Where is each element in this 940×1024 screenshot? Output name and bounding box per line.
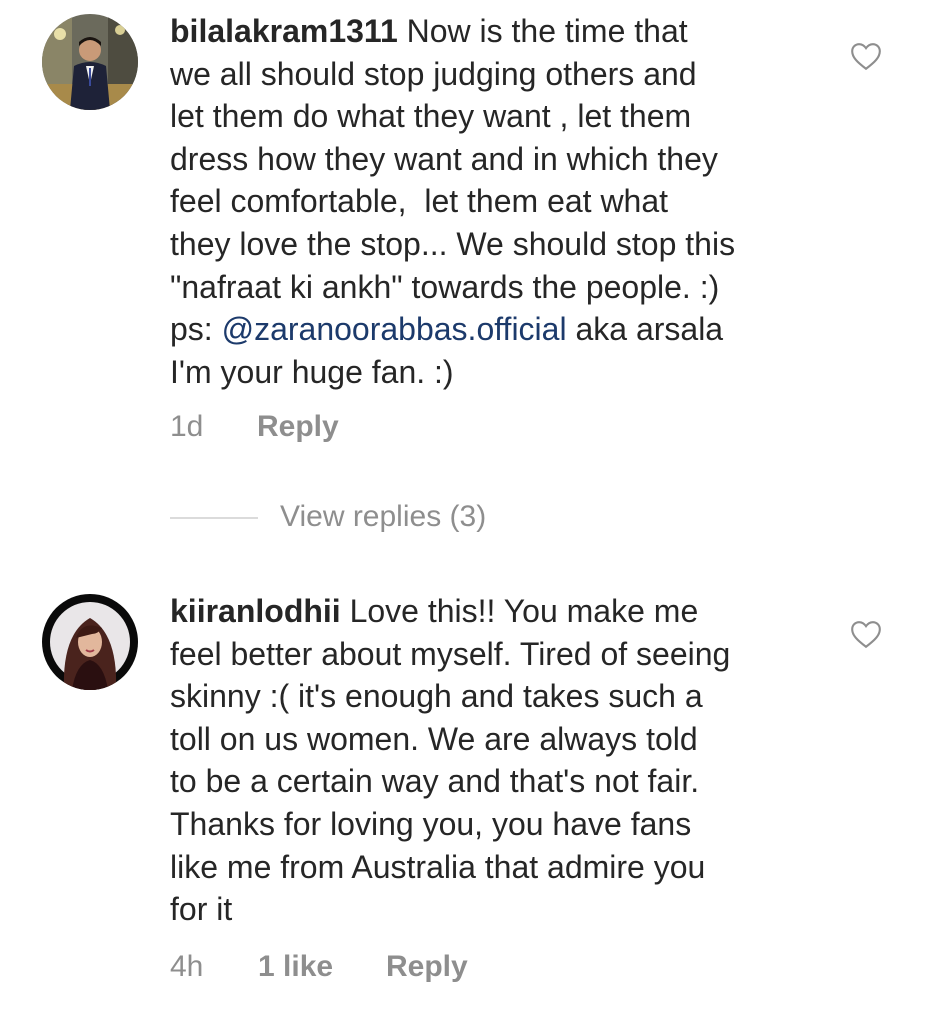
avatar-kiiranlodhii[interactable] xyxy=(42,594,138,690)
comment-2-time: 4h xyxy=(170,950,204,983)
comment-2-body: kiiranlodhii Love this!! You make me fee… xyxy=(170,590,830,931)
comment-2-likes-button[interactable]: 1 like xyxy=(258,950,333,984)
like-heart-icon[interactable] xyxy=(848,616,884,652)
avatar-woman-icon xyxy=(42,594,138,690)
comment-2-reply-button[interactable]: Reply xyxy=(386,950,468,984)
comment-2: kiiranlodhii Love this!! You make me fee… xyxy=(0,0,940,1024)
comment-2-text: Love this!! You make me feel better abou… xyxy=(170,593,731,928)
comment-2-username[interactable]: kiiranlodhii xyxy=(170,593,341,629)
